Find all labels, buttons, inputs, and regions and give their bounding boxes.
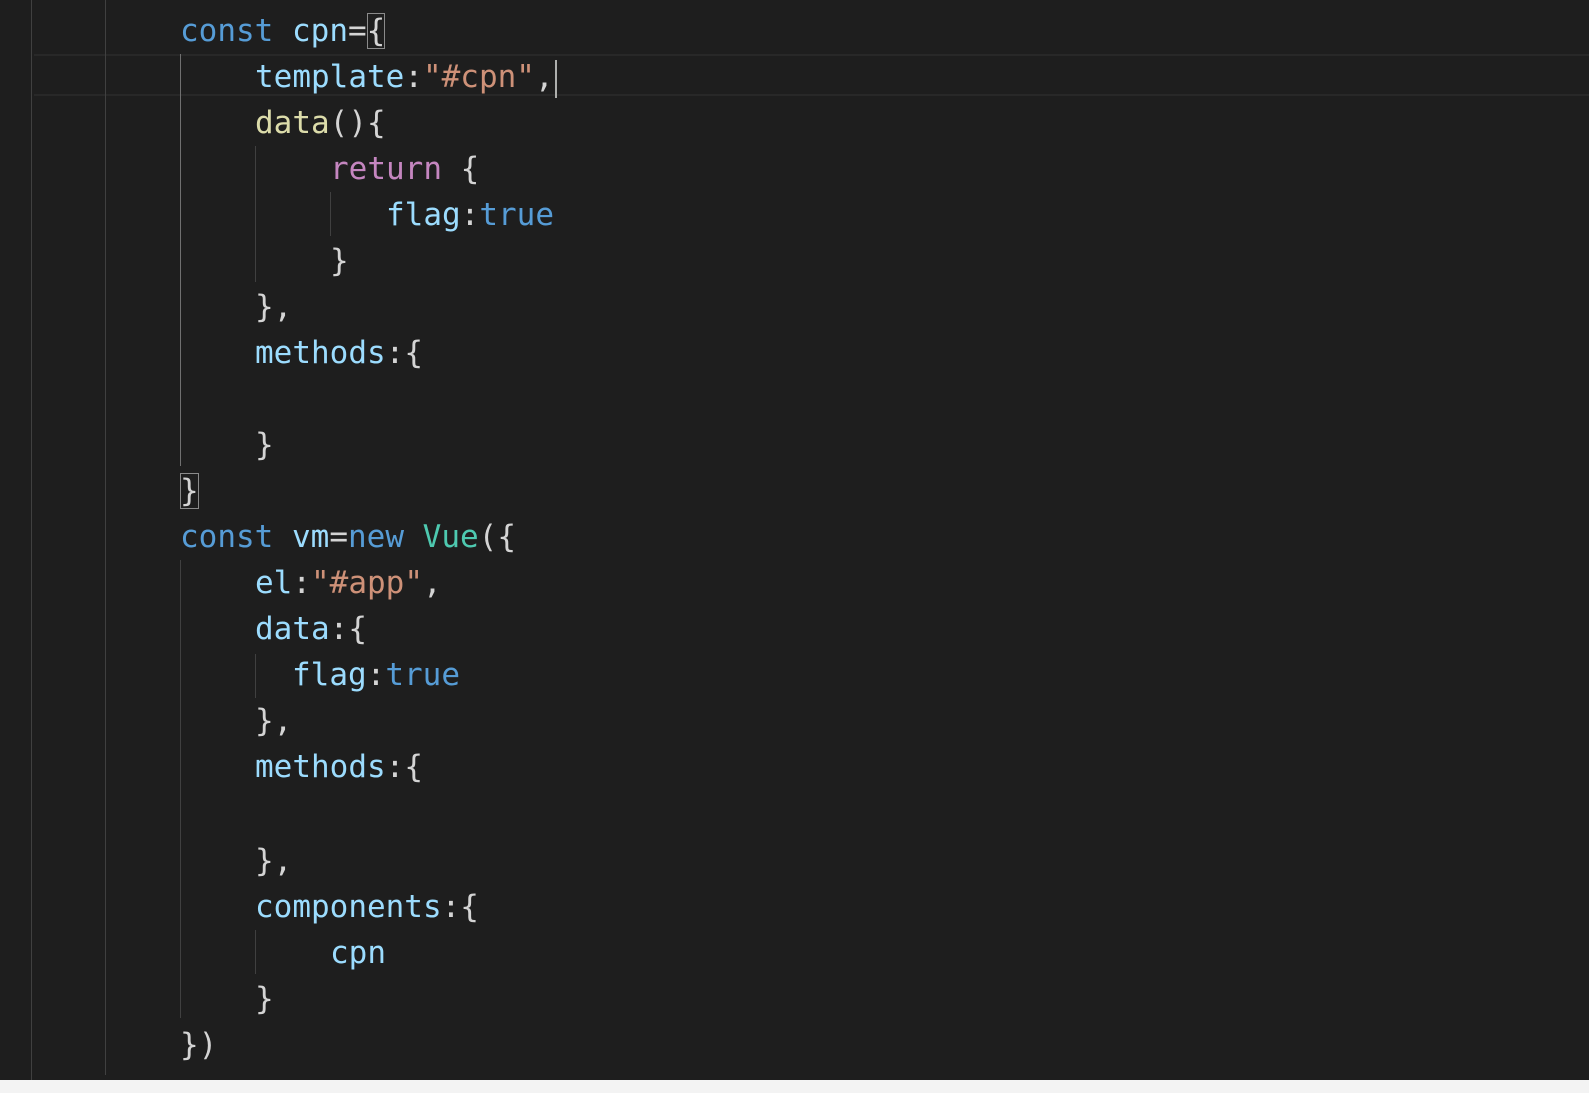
code-line[interactable]: } [255, 976, 274, 1022]
token-punctuation: :{ [329, 611, 367, 647]
token-class: Vue [422, 519, 479, 555]
code-line[interactable]: }, [255, 698, 292, 744]
token-property: el [255, 565, 293, 601]
code-line[interactable]: data:{ [255, 606, 367, 652]
code-editor[interactable]: const cpn={ template:"#cpn", data(){ ret… [0, 0, 1589, 1093]
indent-guide [180, 560, 181, 1018]
code-line[interactable]: } [255, 422, 274, 468]
token-punctuation: :{ [385, 749, 423, 785]
token-punctuation: }) [180, 1027, 218, 1063]
indent-guide [255, 654, 256, 698]
code-line[interactable]: flag:true [386, 192, 554, 238]
token-string: "#app" [311, 565, 423, 601]
indent-guide [255, 930, 256, 974]
token-property: flag [386, 197, 461, 233]
token-punctuation: (){ [329, 105, 386, 141]
matched-bracket: { [366, 13, 386, 49]
token-property: methods [255, 749, 386, 785]
token-property: methods [255, 335, 386, 371]
indent-guide [255, 146, 256, 282]
token-keyword: new [348, 519, 404, 555]
code-line[interactable]: return { [330, 146, 479, 192]
token-keyword: const [180, 519, 274, 555]
matched-bracket: } [180, 473, 199, 509]
token-punctuation: }, [255, 703, 293, 739]
indent-guide [180, 54, 181, 466]
token-property: components [255, 889, 442, 925]
token-string: "#cpn" [422, 59, 535, 95]
token-property: template [255, 59, 405, 95]
token-variable: cpn [330, 935, 386, 971]
token-punctuation: :{ [441, 889, 479, 925]
token-comma: , [534, 59, 554, 95]
code-line[interactable]: methods:{ [255, 330, 423, 376]
token-operator: = [348, 13, 367, 49]
code-line[interactable]: methods:{ [255, 744, 423, 790]
text-cursor [554, 59, 557, 98]
token-variable: cpn [292, 13, 348, 49]
token-colon: : [292, 565, 311, 601]
code-line[interactable]: template:"#cpn", [255, 54, 557, 100]
code-line[interactable]: el:"#app", [255, 560, 442, 606]
code-line[interactable]: }, [255, 284, 292, 330]
token-punctuation: { [441, 151, 480, 187]
token-operator: = [329, 519, 348, 555]
token-boolean: true [385, 657, 460, 693]
code-line[interactable]: flag:true [292, 652, 460, 698]
token-colon: : [366, 657, 386, 693]
token-boolean: true [479, 197, 554, 233]
token-punctuation: } [255, 427, 274, 463]
token-property: data [255, 611, 330, 647]
token-function: data [255, 105, 330, 141]
token-variable: vm [292, 519, 330, 555]
token-punctuation: ({ [478, 519, 516, 555]
bottom-strip [0, 1080, 1589, 1093]
token-control: return [330, 151, 442, 187]
code-line[interactable]: const cpn={ [180, 8, 386, 54]
indent-guide [330, 192, 331, 236]
indent-guide [105, 0, 106, 1075]
token-punctuation: }, [255, 843, 293, 879]
token-punctuation: :{ [385, 335, 423, 371]
code-line[interactable]: } [330, 238, 349, 284]
token-colon: : [404, 59, 423, 95]
token-property: flag [292, 657, 367, 693]
token-comma: , [422, 565, 442, 601]
code-line[interactable]: } [180, 468, 199, 514]
indent-guide [31, 0, 32, 1080]
code-line[interactable]: data(){ [255, 100, 386, 146]
token-punctuation: }, [255, 289, 293, 325]
code-line[interactable]: }) [180, 1022, 217, 1068]
token-punctuation: } [255, 981, 274, 1017]
token-colon: : [460, 197, 480, 233]
token-keyword: const [180, 13, 274, 49]
code-line[interactable]: const vm=new Vue({ [180, 514, 516, 560]
code-line[interactable]: }, [255, 838, 292, 884]
token-punctuation: } [330, 243, 349, 279]
code-line[interactable]: components:{ [255, 884, 479, 930]
code-line[interactable]: cpn [330, 930, 386, 976]
